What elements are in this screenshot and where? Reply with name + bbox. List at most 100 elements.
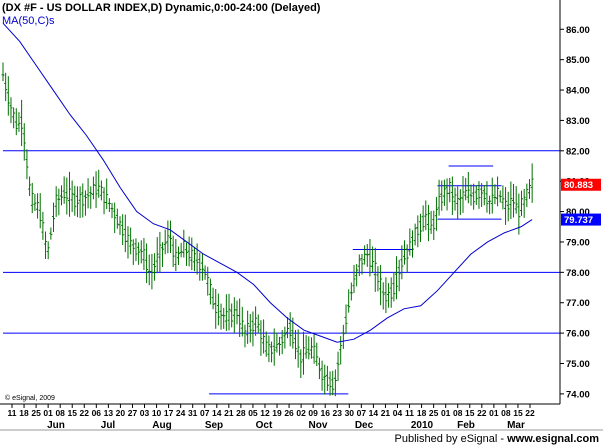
price-chart: 74.0075.0076.0077.0078.0079.0080.0081.00… bbox=[0, 0, 603, 431]
price-bar bbox=[418, 213, 422, 243]
x-day-label: 27 bbox=[128, 408, 138, 418]
price-bar bbox=[192, 246, 196, 272]
x-day-label: 23 bbox=[333, 408, 343, 418]
price-bar bbox=[38, 193, 42, 229]
price-bar bbox=[224, 294, 228, 331]
price-bar bbox=[99, 180, 103, 201]
y-tick-label: 84.00 bbox=[566, 86, 590, 97]
price-bar bbox=[480, 183, 484, 207]
price-bar bbox=[434, 196, 438, 231]
price-bar bbox=[355, 264, 359, 287]
price-bar bbox=[86, 178, 90, 209]
x-day-label: 26 bbox=[284, 408, 294, 418]
price-bar bbox=[46, 241, 50, 260]
price-bar bbox=[184, 242, 188, 266]
price-bar bbox=[304, 335, 308, 359]
y-tick-label: 83.00 bbox=[566, 116, 590, 127]
price-bar bbox=[360, 253, 364, 275]
x-day-label: 16 bbox=[320, 408, 330, 418]
price-bar bbox=[312, 333, 316, 364]
price-bar bbox=[70, 180, 74, 213]
price-bar bbox=[22, 123, 26, 161]
price-bar bbox=[352, 264, 356, 294]
x-day-label: 31 bbox=[188, 408, 198, 418]
ma-value-badge-text: 79.737 bbox=[564, 215, 593, 226]
price-bar bbox=[405, 244, 409, 273]
price-bar bbox=[371, 246, 375, 273]
x-day-label: 03 bbox=[140, 408, 150, 418]
price-bar bbox=[501, 185, 505, 210]
price-bar bbox=[442, 179, 446, 206]
price-bar bbox=[12, 107, 16, 129]
x-day-label: 04 bbox=[393, 408, 403, 418]
footer-url[interactable]: www.esignal.com bbox=[507, 433, 599, 445]
x-day-label: 11 bbox=[8, 408, 17, 418]
price-bar bbox=[14, 108, 18, 136]
price-bar bbox=[408, 228, 412, 256]
price-bar bbox=[309, 337, 313, 359]
price-bar bbox=[504, 187, 508, 225]
x-day-label: 28 bbox=[236, 408, 246, 418]
price-bar bbox=[341, 324, 345, 349]
price-bar bbox=[283, 326, 287, 349]
x-month-label: Oct bbox=[256, 420, 273, 431]
price-bar bbox=[392, 271, 396, 302]
price-bar bbox=[395, 256, 399, 300]
y-tick-label: 77.00 bbox=[566, 298, 590, 309]
x-day-label: 06 bbox=[92, 408, 102, 418]
price-bar bbox=[54, 186, 58, 217]
y-tick-label: 79.00 bbox=[566, 237, 590, 248]
price-bar bbox=[105, 178, 109, 210]
price-bar bbox=[474, 185, 478, 205]
price-bar bbox=[450, 176, 454, 215]
price-bar bbox=[301, 331, 305, 375]
price-bar bbox=[376, 266, 380, 292]
price-bar bbox=[176, 246, 180, 265]
price-bar bbox=[206, 266, 210, 296]
x-month-label: Jun bbox=[47, 420, 65, 431]
price-bar bbox=[373, 247, 377, 292]
price-bar bbox=[246, 310, 250, 344]
price-bar bbox=[251, 311, 255, 347]
x-day-label: 05 bbox=[248, 408, 258, 418]
footer-published-by: Published by bbox=[394, 433, 458, 445]
price-bar bbox=[464, 177, 468, 201]
price-bar bbox=[512, 183, 516, 218]
price-bar bbox=[238, 298, 242, 337]
x-day-label: 15 bbox=[465, 408, 475, 418]
footer-credit: Published by eSignal - www.esignal.com bbox=[395, 433, 599, 445]
price-bar bbox=[147, 254, 151, 286]
price-bar bbox=[81, 183, 85, 218]
price-bar bbox=[179, 242, 183, 258]
price-bar bbox=[75, 186, 79, 218]
price-bar bbox=[243, 324, 247, 348]
price-bar bbox=[36, 193, 40, 219]
price-bar bbox=[317, 357, 321, 380]
x-day-label: 20 bbox=[116, 408, 126, 418]
price-bar bbox=[520, 190, 524, 216]
price-bar bbox=[198, 252, 202, 281]
price-bar bbox=[65, 177, 69, 215]
y-tick-label: 75.00 bbox=[566, 359, 590, 370]
chart-title: (DX #F - US DOLLAR INDEX,D) Dynamic,0:00… bbox=[2, 2, 321, 14]
price-bar bbox=[113, 202, 117, 234]
footer-source: eSignal bbox=[460, 433, 498, 445]
x-day-label: 18 bbox=[417, 408, 427, 418]
x-day-label: 22 bbox=[80, 408, 90, 418]
price-bar bbox=[498, 190, 502, 203]
footer-separator: - bbox=[500, 433, 505, 445]
y-tick-label: 76.00 bbox=[566, 329, 590, 340]
price-bar bbox=[97, 169, 101, 198]
price-bar bbox=[158, 231, 162, 273]
x-day-label: 21 bbox=[224, 408, 234, 418]
price-bar bbox=[424, 200, 428, 231]
x-day-label: 14 bbox=[369, 408, 379, 418]
x-day-label: 18 bbox=[19, 408, 29, 418]
price-bar bbox=[78, 186, 82, 218]
price-bar bbox=[9, 97, 13, 124]
x-day-label: 15 bbox=[67, 408, 77, 418]
price-bar bbox=[525, 183, 529, 208]
price-bar bbox=[496, 176, 500, 207]
x-month-label: Dec bbox=[355, 420, 374, 431]
price-bar bbox=[472, 183, 476, 210]
